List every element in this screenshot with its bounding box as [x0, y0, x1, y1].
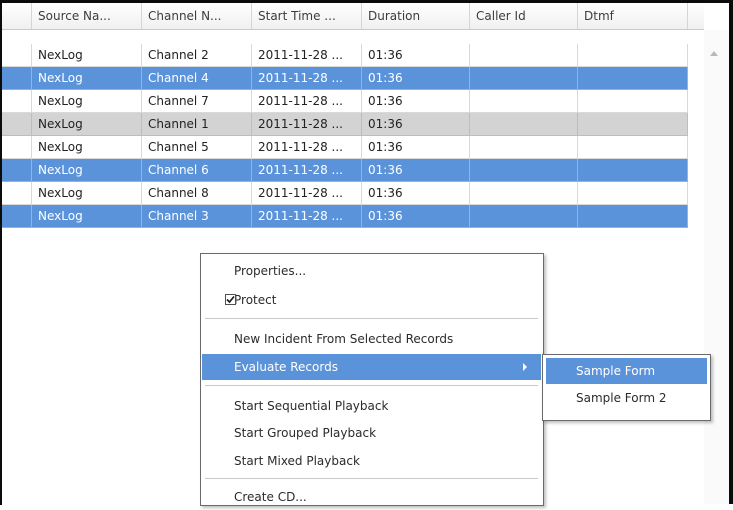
checkbox-checked-icon: [225, 294, 236, 305]
cell-dtmf: [578, 113, 688, 136]
row-selector-cell: [2, 182, 32, 205]
submenu-item-sample-form[interactable]: Sample Form: [546, 358, 707, 384]
menu-item-protect[interactable]: Protect: [202, 287, 541, 313]
menu-item-protect-label: Protect: [234, 293, 277, 307]
cell-channel-name: Channel 3: [142, 205, 252, 228]
cell-source-name: NexLog: [32, 113, 142, 136]
table-row[interactable]: NexLog Channel 5 2011-11-28 ... 01:36: [2, 136, 688, 159]
cell-caller-id: [470, 44, 578, 67]
cell-channel-name: Channel 1: [142, 113, 252, 136]
cell-caller-id: [470, 205, 578, 228]
row-selector-cell: [2, 67, 32, 90]
cell-duration: 01:36: [362, 67, 470, 90]
cell-caller-id: [470, 136, 578, 159]
cell-start-time: 2011-11-28 ...: [252, 90, 362, 113]
table-row[interactable]: NexLog Channel 4 2011-11-28 ... 01:36: [2, 67, 688, 90]
vertical-scrollbar[interactable]: [704, 30, 729, 504]
cell-dtmf: [578, 90, 688, 113]
row-selector-cell: [2, 205, 32, 228]
cell-channel-name: Channel 5: [142, 136, 252, 159]
menu-separator: [205, 318, 538, 319]
table-row[interactable]: NexLog Channel 6 2011-11-28 ... 01:36: [2, 159, 688, 182]
menu-separator: [205, 478, 538, 479]
cell-dtmf: [578, 159, 688, 182]
cell-caller-id: [470, 159, 578, 182]
menu-item-start-mixed-playback[interactable]: Start Mixed Playback: [202, 448, 541, 474]
column-header-dtmf[interactable]: Dtmf: [578, 3, 688, 29]
menu-item-start-grouped-playback[interactable]: Start Grouped Playback: [202, 420, 541, 446]
cell-start-time: 2011-11-28 ...: [252, 44, 362, 67]
menu-item-properties[interactable]: Properties...: [202, 258, 541, 284]
cell-duration: 01:36: [362, 182, 470, 205]
cell-channel-name: Channel 8: [142, 182, 252, 205]
evaluate-records-submenu: Sample Form Sample Form 2: [542, 354, 711, 421]
submenu-arrow-icon: [523, 363, 527, 371]
context-menu: Properties... Protect New Incident From …: [200, 253, 544, 506]
cell-dtmf: [578, 182, 688, 205]
cell-caller-id: [470, 67, 578, 90]
column-header-source-name[interactable]: Source Na...: [32, 3, 142, 29]
table-row[interactable]: NexLog Channel 3 2011-11-28 ... 01:36: [2, 205, 688, 228]
column-header-channel-name[interactable]: Channel N...: [142, 3, 252, 29]
cell-channel-name: Channel 7: [142, 90, 252, 113]
cell-duration: 01:36: [362, 205, 470, 228]
table-row[interactable]: NexLog Channel 7 2011-11-28 ... 01:36: [2, 90, 688, 113]
column-header-duration[interactable]: Duration: [362, 3, 470, 29]
cell-duration: 01:36: [362, 90, 470, 113]
row-selector-cell: [2, 136, 32, 159]
table-row[interactable]: NexLog Channel 1 2011-11-28 ... 01:36: [2, 113, 688, 136]
cell-dtmf: [578, 67, 688, 90]
cell-caller-id: [470, 113, 578, 136]
cell-dtmf: [578, 44, 688, 67]
cell-channel-name: Channel 2: [142, 44, 252, 67]
row-selector-cell: [2, 44, 32, 67]
menu-separator: [205, 385, 538, 386]
column-header-caller-id[interactable]: Caller Id: [470, 3, 578, 29]
cell-start-time: 2011-11-28 ...: [252, 113, 362, 136]
row-selector-cell: [2, 159, 32, 182]
cell-source-name: NexLog: [32, 90, 142, 113]
grid-header: Source Na... Channel N... Start Time ...…: [2, 3, 704, 30]
cell-source-name: NexLog: [32, 136, 142, 159]
cell-source-name: NexLog: [32, 44, 142, 67]
cell-duration: 01:36: [362, 113, 470, 136]
cell-source-name: NexLog: [32, 159, 142, 182]
cell-channel-name: Channel 4: [142, 67, 252, 90]
submenu-item-sample-form-2[interactable]: Sample Form 2: [546, 385, 707, 411]
menu-item-start-sequential-playback[interactable]: Start Sequential Playback: [202, 393, 541, 419]
cell-start-time: 2011-11-28 ...: [252, 182, 362, 205]
window-edge: [729, 0, 733, 504]
row-selector-cell: [2, 113, 32, 136]
cell-caller-id: [470, 90, 578, 113]
cell-source-name: NexLog: [32, 205, 142, 228]
menu-item-create-cd[interactable]: Create CD...: [202, 484, 541, 510]
scroll-up-arrow-icon[interactable]: [710, 51, 718, 56]
row-selector-cell: [2, 90, 32, 113]
table-row[interactable]: NexLog Channel 2 2011-11-28 ... 01:36: [2, 44, 688, 67]
menu-item-evaluate-records[interactable]: Evaluate Records: [202, 354, 541, 380]
header-rowselector: [2, 3, 32, 29]
cell-duration: 01:36: [362, 44, 470, 67]
cell-start-time: 2011-11-28 ...: [252, 67, 362, 90]
cell-source-name: NexLog: [32, 67, 142, 90]
menu-item-evaluate-records-label: Evaluate Records: [234, 360, 338, 374]
cell-source-name: NexLog: [32, 182, 142, 205]
cell-duration: 01:36: [362, 159, 470, 182]
cell-channel-name: Channel 6: [142, 159, 252, 182]
cell-start-time: 2011-11-28 ...: [252, 159, 362, 182]
cell-dtmf: [578, 136, 688, 159]
column-header-start-time[interactable]: Start Time ...: [252, 3, 362, 29]
cell-dtmf: [578, 205, 688, 228]
cell-start-time: 2011-11-28 ...: [252, 205, 362, 228]
cell-start-time: 2011-11-28 ...: [252, 136, 362, 159]
cell-duration: 01:36: [362, 136, 470, 159]
cell-caller-id: [470, 182, 578, 205]
table-row[interactable]: NexLog Channel 8 2011-11-28 ... 01:36: [2, 182, 688, 205]
menu-item-new-incident[interactable]: New Incident From Selected Records: [202, 326, 541, 352]
